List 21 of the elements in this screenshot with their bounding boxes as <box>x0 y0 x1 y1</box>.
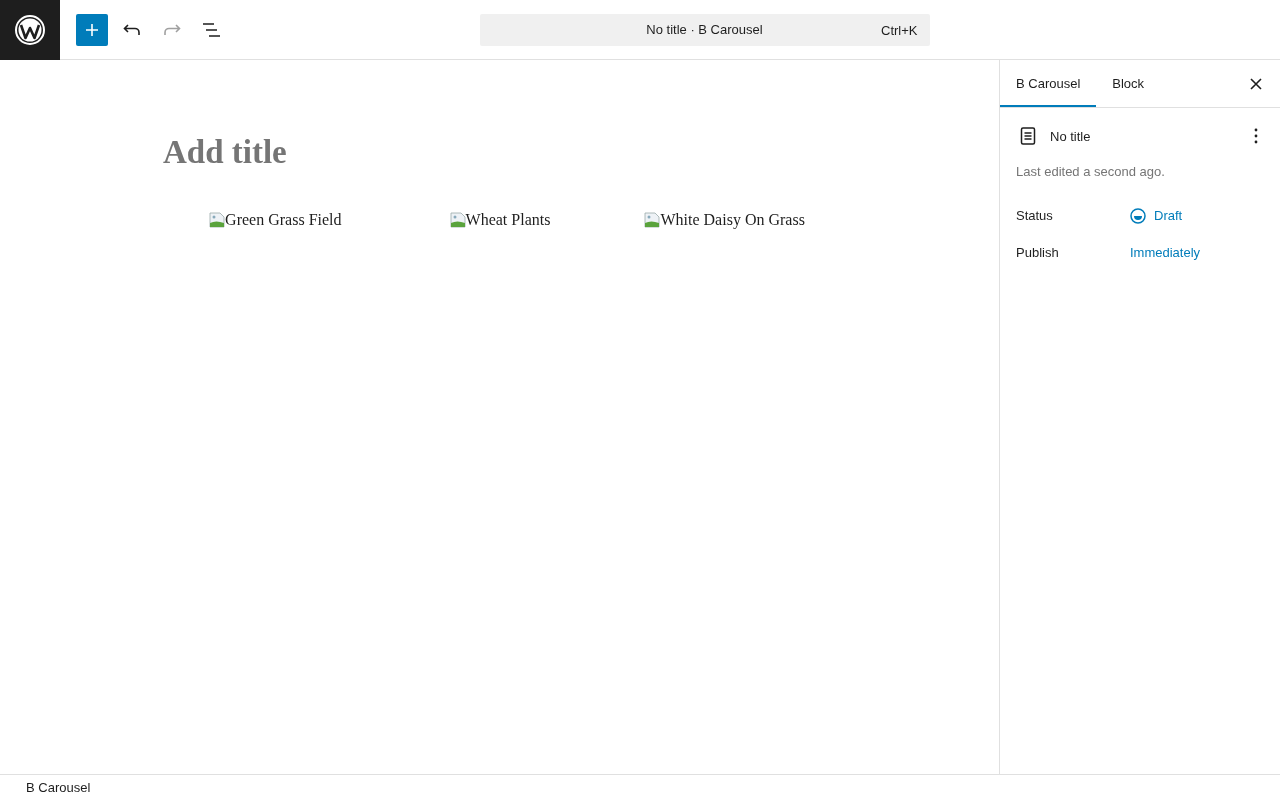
sidebar-tab[interactable]: B Carousel <box>1000 60 1097 107</box>
broken-image: White Daisy On Grass <box>644 211 805 229</box>
logo-icon <box>14 13 46 46</box>
add-block-button[interactable] <box>76 13 108 46</box>
field-label: Status <box>1016 208 1054 223</box>
sidebar-tab[interactable]: Block <box>1096 60 1161 107</box>
breadcrumb-link[interactable]: B Carousel <box>20 780 97 795</box>
field-label: Publish <box>1016 245 1060 260</box>
plus-icon <box>84 21 100 38</box>
document-icon <box>1020 127 1036 145</box>
publish-date-button[interactable]: Immediately <box>1130 245 1201 260</box>
broken-image: Green Grass Field <box>209 211 342 229</box>
title-field[interactable]: Add title <box>163 130 837 174</box>
document-title: No title <box>1050 128 1091 144</box>
broken-image: Wheat Plants <box>449 211 551 229</box>
wordpress-logo[interactable] <box>0 0 60 60</box>
command-palette-button[interactable]: No title · B Carousel Ctrl+K <box>479 13 930 46</box>
status-value: Draft <box>1154 208 1183 223</box>
last-edited-text: Last edited a second ago. <box>1016 164 1166 179</box>
half-circle-icon <box>1130 207 1146 224</box>
status-button[interactable]: Draft <box>1130 207 1183 224</box>
